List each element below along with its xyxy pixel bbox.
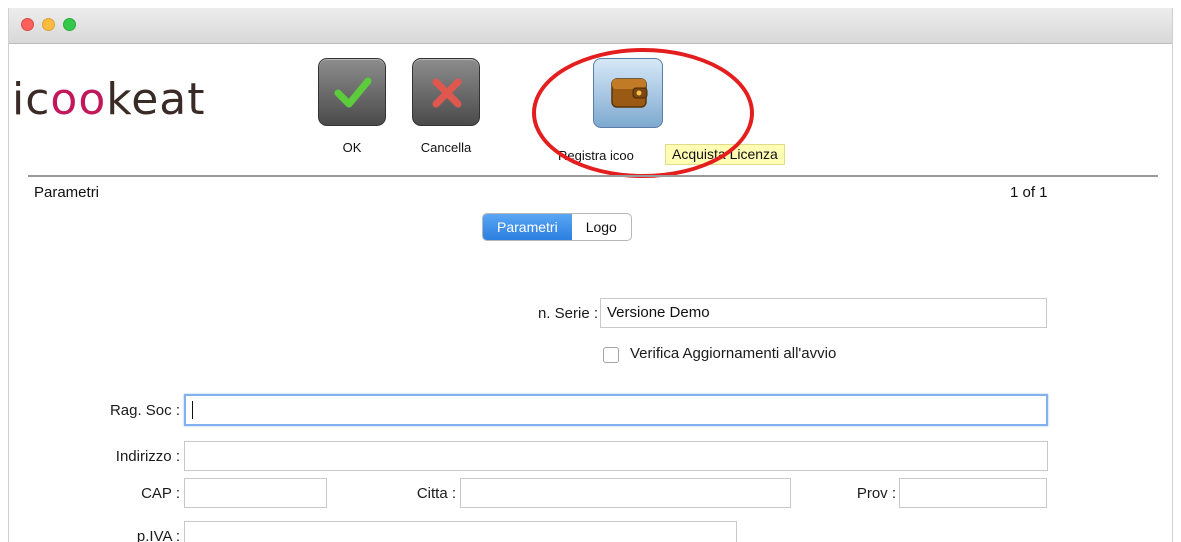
app-logo: icookeat — [12, 78, 205, 122]
logo-text-1: ic — [12, 74, 51, 125]
cap-label: CAP : — [141, 485, 180, 502]
purchase-license-tooltip: Acquista Licenza — [665, 144, 785, 165]
logo-text-3: k — [106, 74, 132, 125]
tab-control: Parametri Logo — [482, 213, 632, 241]
tab-parametri[interactable]: Parametri — [483, 214, 572, 240]
wallet-icon — [611, 78, 648, 108]
minimize-window-button[interactable] — [42, 18, 55, 31]
cross-icon — [432, 78, 462, 108]
indirizzo-field[interactable] — [184, 441, 1048, 471]
ragsoc-label: Rag. Soc : — [109, 402, 180, 419]
cancel-button[interactable] — [412, 58, 480, 126]
piva-label: p.IVA : — [136, 528, 180, 542]
prov-label: Prov : — [856, 485, 896, 502]
prov-field[interactable] — [899, 478, 1047, 508]
section-title: Parametri — [34, 184, 100, 201]
serie-field[interactable]: Versione Demo — [600, 298, 1047, 328]
logo-text-2: oo — [50, 74, 107, 125]
text-caret — [192, 401, 193, 419]
logo-text-4: eat — [131, 74, 206, 125]
indirizzo-label: Indirizzo : — [115, 448, 180, 465]
page-counter: 1 of 1 — [1010, 184, 1048, 201]
cap-field[interactable] — [184, 478, 327, 508]
checkmark-icon — [334, 77, 372, 108]
maximize-window-button[interactable] — [63, 18, 76, 31]
tab-logo[interactable]: Logo — [572, 214, 631, 240]
cancel-button-label: Cancella — [420, 140, 472, 155]
ragsoc-field[interactable] — [184, 394, 1048, 426]
register-license-label: Registra icoo — [558, 148, 634, 163]
citta-field[interactable] — [460, 478, 791, 508]
verify-updates-checkbox[interactable] — [603, 347, 619, 363]
ok-button[interactable] — [318, 58, 386, 126]
serie-label: n. Serie : — [537, 305, 598, 322]
header-divider — [28, 175, 1158, 177]
verify-updates-label: Verifica Aggiornamenti all'avvio — [630, 345, 837, 362]
citta-label: Citta : — [416, 485, 456, 502]
register-license-button[interactable] — [593, 58, 663, 128]
piva-field[interactable] — [184, 521, 737, 542]
ok-button-label: OK — [342, 140, 362, 155]
close-window-button[interactable] — [21, 18, 34, 31]
title-bar — [9, 8, 1172, 44]
